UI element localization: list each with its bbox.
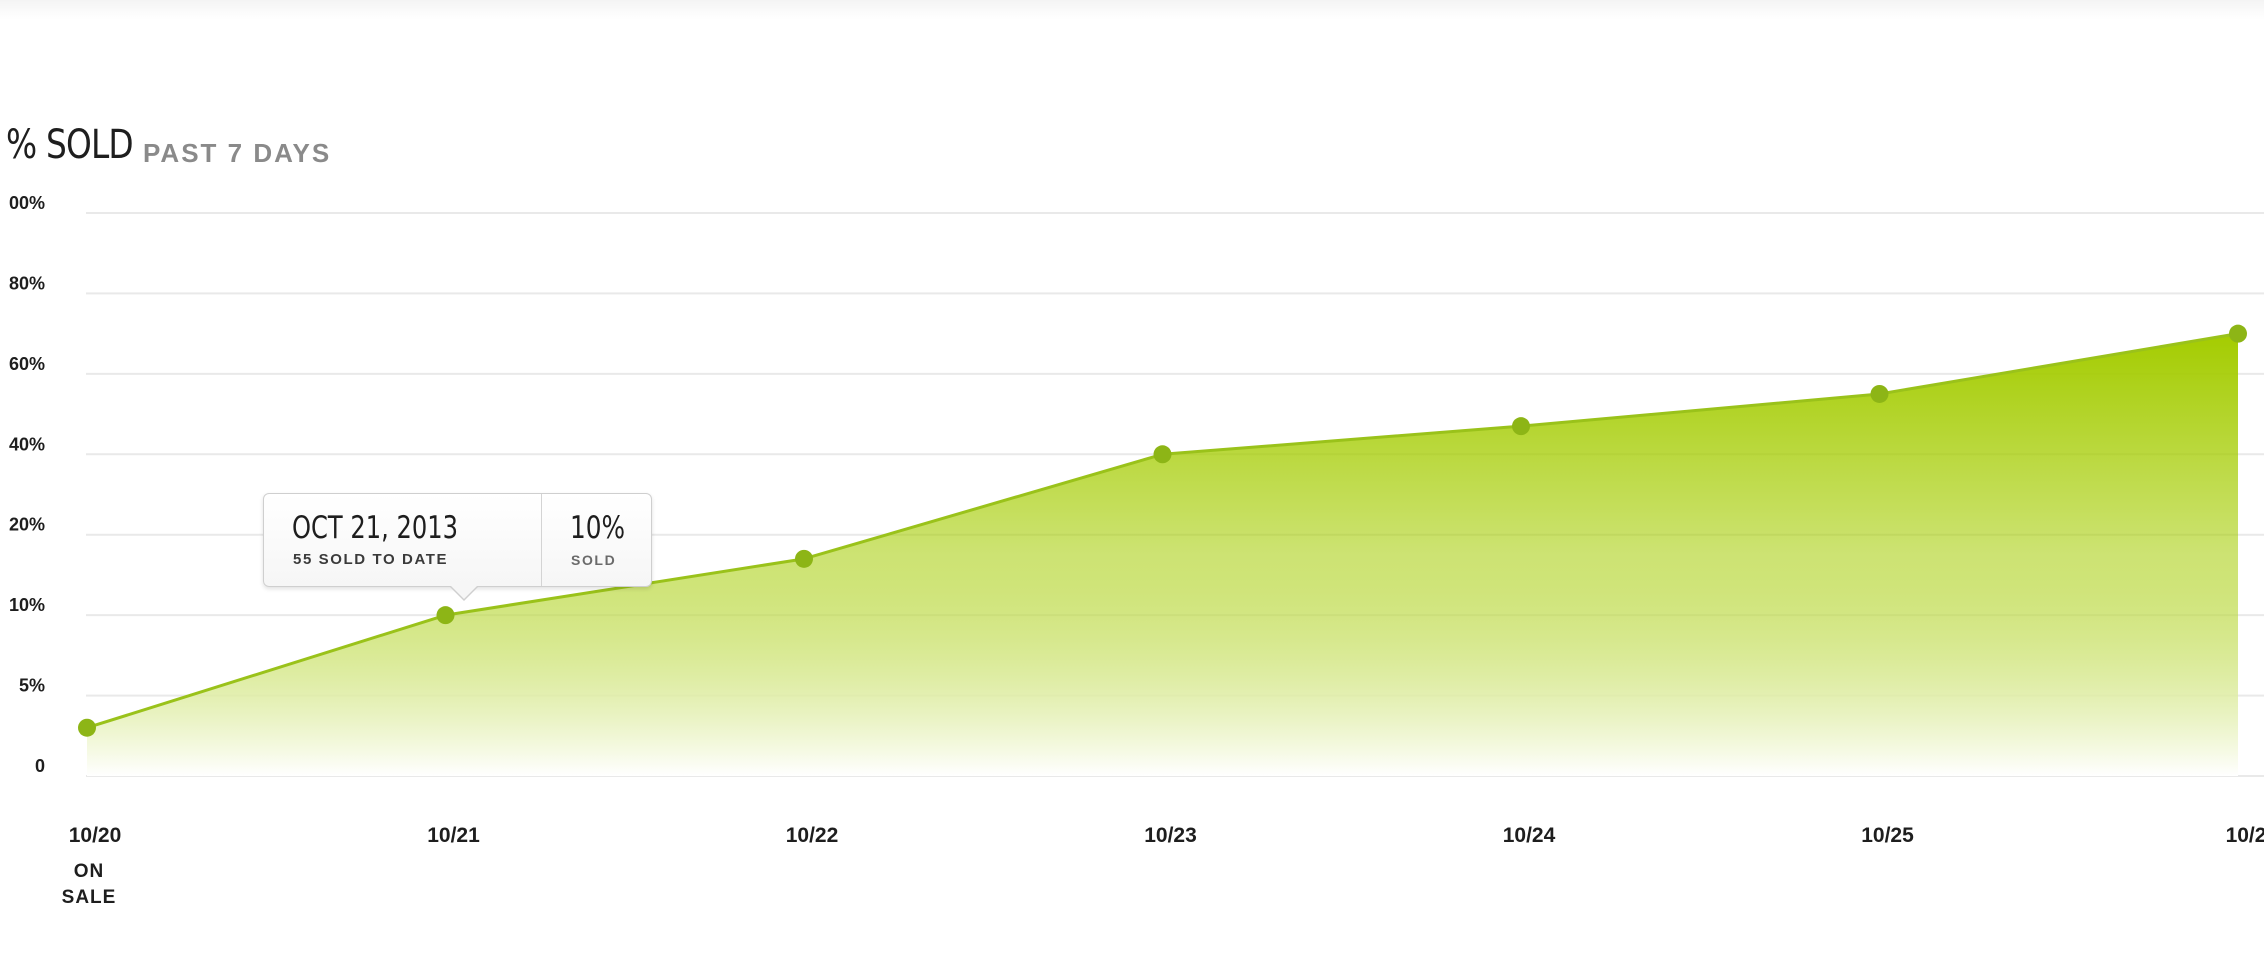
y-tick-label: 5% bbox=[19, 676, 45, 696]
y-tick-label: 60% bbox=[9, 354, 45, 374]
x-tick-label: 10/20 bbox=[69, 824, 122, 847]
x-tick-label: 10/24 bbox=[1503, 824, 1556, 847]
data-point bbox=[436, 606, 455, 625]
sold-percent-chart: 05%10%20%40%60%80%00% 10/20 10/21 10/22 10/… bbox=[9, 193, 2264, 908]
x-tick-label: 10/25 bbox=[1861, 824, 1914, 847]
data-point bbox=[1870, 384, 1889, 403]
y-tick-label: 20% bbox=[9, 515, 45, 535]
x-tick-label: 10/22 bbox=[786, 824, 839, 847]
x-axis-ticks: 10/20 10/21 10/22 10/23 10/24 10/25 10/2 ON SALE bbox=[62, 824, 2264, 908]
x-tick-label: 10/23 bbox=[1144, 824, 1197, 847]
tooltip-date: OCT 21, 2013 bbox=[292, 510, 459, 546]
tooltip-percent-label: SOLD bbox=[571, 552, 617, 568]
data-point bbox=[1153, 445, 1172, 464]
tooltip-sold-to-date: 55 SOLD TO DATE bbox=[293, 551, 449, 568]
tooltip-divider bbox=[541, 494, 542, 586]
y-tick-label: 0 bbox=[35, 756, 45, 776]
data-tooltip: OCT 21, 2013 55 SOLD TO DATE 10% SOLD bbox=[263, 493, 652, 601]
data-point bbox=[2229, 324, 2247, 343]
y-tick-label: 80% bbox=[9, 273, 45, 293]
x-tick-label: 10/2 bbox=[2226, 824, 2264, 847]
y-axis-ticks: 0 5% 10% 20% 40% 60% 80% 00% bbox=[9, 193, 45, 776]
x-annotation-label: SALE bbox=[62, 887, 117, 908]
x-tick-label: 10/21 bbox=[427, 824, 480, 847]
x-annotation-label: ON bbox=[74, 861, 105, 882]
data-point bbox=[78, 718, 96, 737]
tooltip-percent: 10% bbox=[570, 510, 626, 546]
data-point bbox=[1512, 417, 1530, 436]
y-tick-label: 00% bbox=[9, 193, 45, 213]
data-point bbox=[795, 549, 813, 568]
y-tick-label: 40% bbox=[9, 434, 45, 454]
y-tick-label: 10% bbox=[9, 595, 45, 615]
tooltip-arrow bbox=[451, 586, 477, 599]
